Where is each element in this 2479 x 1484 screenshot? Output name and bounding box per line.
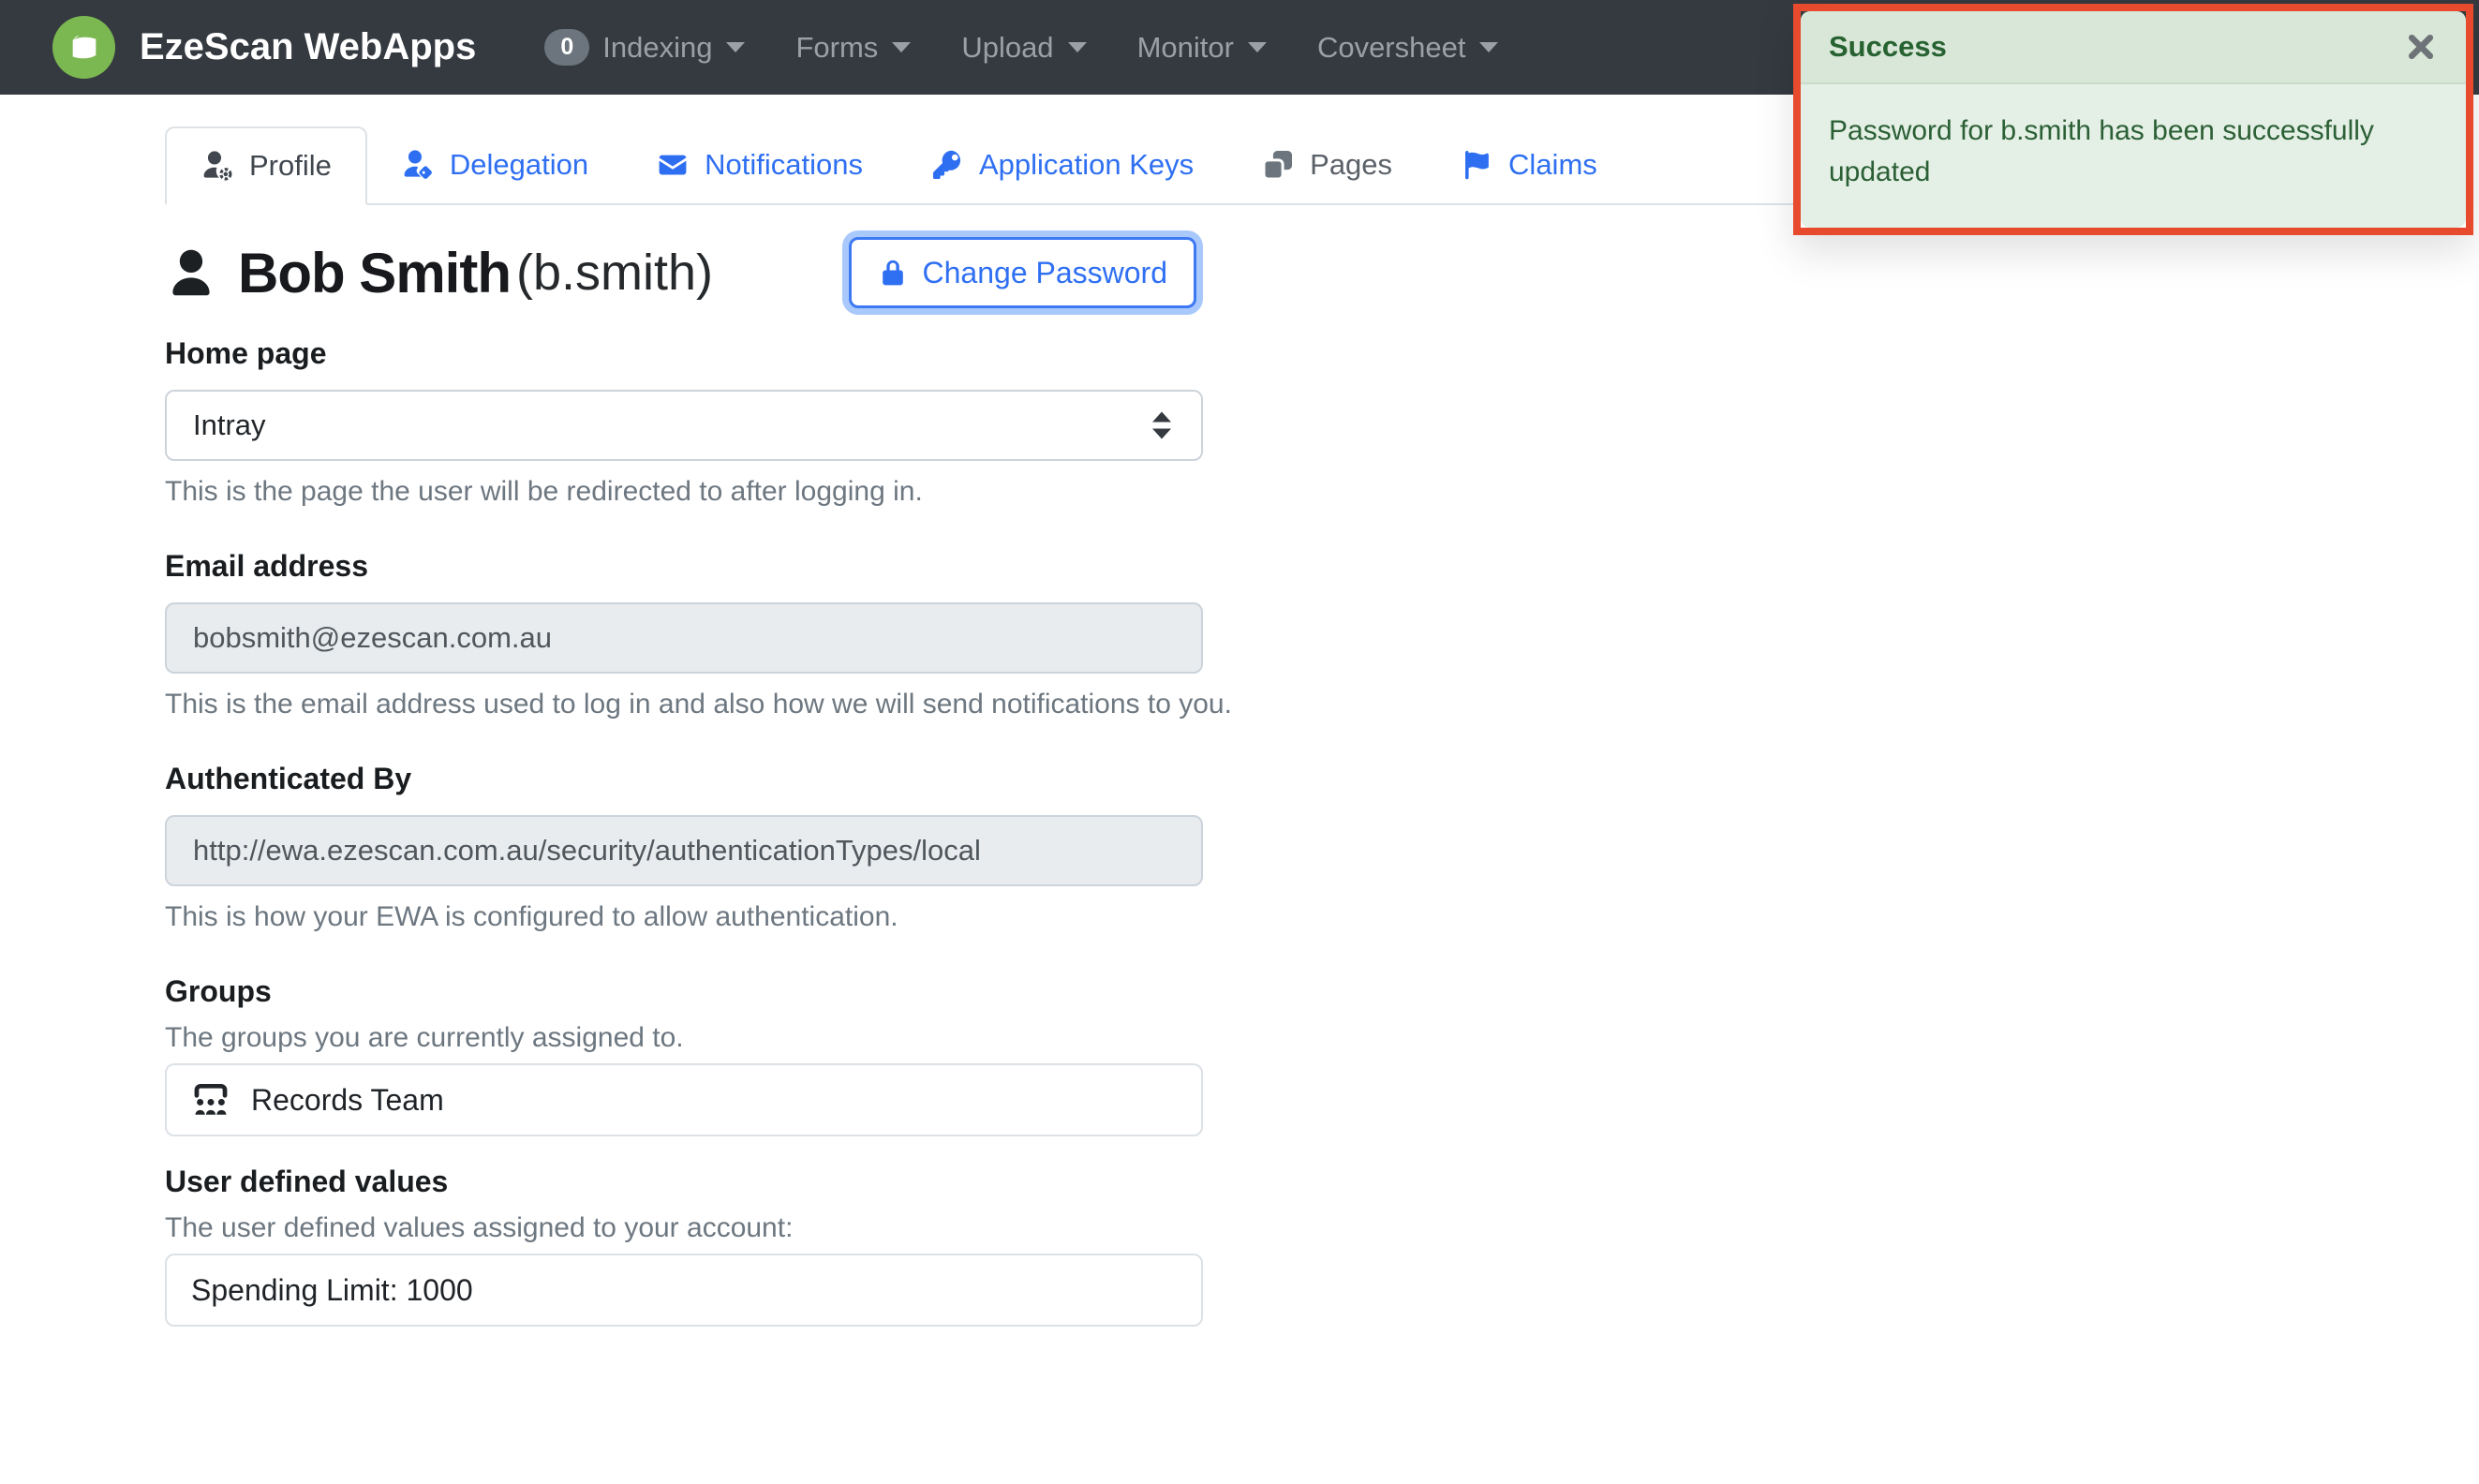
authenticated-by-help: This is how your EWA is configured to al… [165, 901, 2314, 933]
brand-link[interactable]: EzeScan WebApps [52, 16, 476, 79]
main-content: Profile Delegation Notifications Applica… [0, 126, 2479, 1327]
user-defined-value: Spending Limit: 1000 [191, 1273, 473, 1308]
clone-icon [1261, 148, 1295, 182]
chevron-down-icon [1248, 42, 1267, 52]
email-label: Email address [165, 549, 2314, 584]
user-username: (b.smith) [516, 244, 713, 302]
ezescan-logo-icon [52, 16, 115, 79]
user-tag-icon [401, 148, 435, 182]
home-page-select[interactable]: Intray [165, 390, 1203, 461]
lock-icon [878, 258, 908, 288]
group-list-item: Records Team [165, 1063, 1203, 1136]
groups-help: The groups you are currently assigned to… [165, 1022, 2314, 1054]
nav-item-coversheet[interactable]: Coversheet [1292, 0, 1524, 95]
tab-claims[interactable]: Claims [1426, 126, 1631, 203]
user-defined-values-label: User defined values [165, 1165, 2314, 1199]
toast-header: Success [1801, 11, 2466, 84]
authenticated-by-field [165, 815, 1203, 886]
groups-label: Groups [165, 974, 2314, 1009]
change-password-button[interactable]: Change Password [849, 237, 1196, 308]
profile-header-row: Bob Smith (b.smith) Change Password [165, 237, 1205, 308]
home-page-selected-value: Intray [193, 408, 266, 442]
select-spinner-icon [1152, 412, 1171, 439]
email-help: This is the email address used to log in… [165, 689, 2314, 720]
home-page-section: Home page Intray This is the page the us… [165, 336, 2314, 508]
tab-pages[interactable]: Pages [1227, 126, 1426, 203]
envelope-icon [656, 148, 690, 182]
authenticated-by-section: Authenticated By This is how your EWA is… [165, 762, 2314, 933]
home-page-label: Home page [165, 336, 2314, 371]
email-section: Email address This is the email address … [165, 549, 2314, 720]
user-icon [165, 246, 217, 299]
tab-delegation[interactable]: Delegation [367, 126, 622, 203]
chevron-down-icon [1068, 42, 1087, 52]
user-gear-icon [200, 149, 234, 183]
user-defined-value-item: Spending Limit: 1000 [165, 1254, 1203, 1327]
flag-icon [1460, 148, 1493, 182]
nav-item-indexing[interactable]: 0 Indexing [519, 0, 770, 95]
tab-application-keys[interactable]: Application Keys [897, 126, 1227, 203]
tab-profile[interactable]: Profile [165, 126, 367, 205]
close-icon[interactable] [2404, 30, 2438, 64]
user-defined-values-help: The user defined values assigned to your… [165, 1212, 2314, 1244]
highlight-annotation-box: Success Password for b.smith has been su… [1793, 4, 2473, 235]
authenticated-by-label: Authenticated By [165, 762, 2314, 796]
groups-section: Groups The groups you are currently assi… [165, 974, 2314, 1136]
key-icon [930, 148, 964, 182]
nav-item-monitor[interactable]: Monitor [1112, 0, 1292, 95]
screen-users-icon [191, 1080, 230, 1120]
nav-menu: 0 Indexing Forms Upload Monitor Covershe… [519, 0, 1523, 95]
nav-item-forms[interactable]: Forms [770, 0, 936, 95]
chevron-down-icon [726, 42, 745, 52]
group-name: Records Team [251, 1083, 444, 1118]
chevron-down-icon [892, 42, 911, 52]
indexing-count-badge: 0 [544, 29, 589, 66]
chevron-down-icon [1479, 42, 1498, 52]
toast-title: Success [1829, 30, 1947, 64]
app-title: EzeScan WebApps [140, 26, 476, 68]
nav-item-upload[interactable]: Upload [936, 0, 1111, 95]
email-field [165, 602, 1203, 674]
home-page-help: This is the page the user will be redire… [165, 476, 2314, 508]
success-toast: Success Password for b.smith has been su… [1801, 11, 2466, 228]
user-defined-values-section: User defined values The user defined val… [165, 1165, 2314, 1327]
toast-message: Password for b.smith has been successful… [1801, 84, 2438, 228]
user-full-name: Bob Smith [238, 241, 511, 305]
tab-notifications[interactable]: Notifications [622, 126, 897, 203]
